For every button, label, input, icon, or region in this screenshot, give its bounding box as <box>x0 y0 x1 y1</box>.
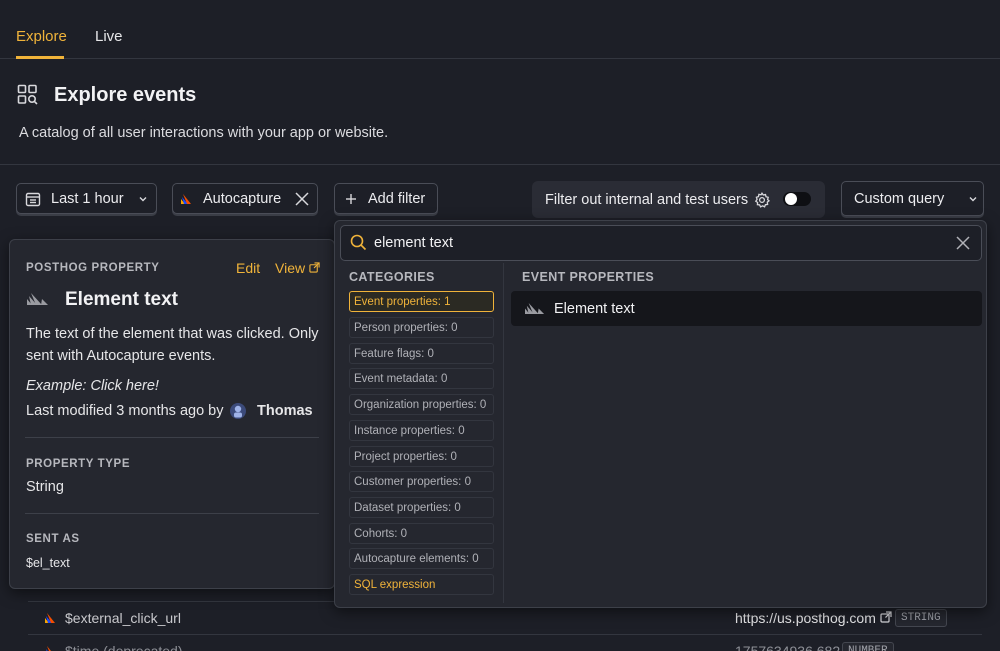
tab-live[interactable]: Live <box>95 28 123 45</box>
active-tab-indicator <box>16 56 64 59</box>
posthog-property-icon <box>27 293 48 305</box>
popover-divider <box>25 437 319 438</box>
date-range-label: Last 1 hour <box>51 190 124 207</box>
type-tag: NUMBER <box>842 642 894 651</box>
table-row-divider <box>28 634 982 635</box>
edit-link[interactable]: Edit <box>236 260 260 276</box>
property-description-line2: sent with Autocapture events. <box>26 348 216 364</box>
internal-users-filter-label: Filter out internal and test users <box>545 191 749 208</box>
popover-divider <box>25 513 319 514</box>
result-item-element-text[interactable]: Element text <box>511 291 982 326</box>
category-autocapture-elements[interactable]: Autocapture elements: 0 <box>349 548 494 569</box>
gear-icon[interactable] <box>754 191 771 208</box>
categories-header: CATEGORIES <box>349 270 435 284</box>
close-icon[interactable] <box>295 191 309 206</box>
event-properties-header: EVENT PROPERTIES <box>522 270 655 284</box>
property-title: Element text <box>65 289 178 310</box>
autocapture-filter-label: Autocapture <box>203 190 282 207</box>
sent-as-value: $el_text <box>26 556 70 570</box>
external-link-icon <box>309 262 320 273</box>
table-row-property-name[interactable]: $external_click_url <box>65 610 181 626</box>
column-divider <box>503 263 504 603</box>
add-filter-label: Add filter <box>368 190 426 207</box>
view-link-label: View <box>275 260 306 276</box>
page-title: Explore events <box>54 84 197 106</box>
type-tag: STRING <box>895 609 947 627</box>
category-feature-flags[interactable]: Feature flags: 0 <box>349 343 494 364</box>
autocapture-filter-chip[interactable]: Autocapture <box>172 183 318 214</box>
category-project-properties[interactable]: Project properties: 0 <box>349 446 494 467</box>
category-sql-expression[interactable]: SQL expression <box>349 574 494 595</box>
modified-by-name[interactable]: Thomas <box>257 400 313 422</box>
last-modified-text: Last modified 3 months ago by <box>26 403 224 419</box>
category-instance-properties[interactable]: Instance properties: 0 <box>349 420 494 441</box>
avatar <box>230 403 246 419</box>
table-row-property-name[interactable]: $time (deprecated) <box>65 643 183 651</box>
page-description: A catalog of all user interactions with … <box>19 125 389 141</box>
chevron-down-icon <box>969 196 977 201</box>
table-row-value[interactable]: 1757634936.682 <box>735 643 840 651</box>
header-divider <box>0 164 1000 165</box>
property-description-line1: The text of the element that was clicked… <box>26 326 319 342</box>
calendar-icon <box>25 192 41 206</box>
category-dataset-properties[interactable]: Dataset properties: 0 <box>349 497 494 518</box>
posthog-property-icon <box>525 303 545 314</box>
category-event-metadata[interactable]: Event metadata: 0 <box>349 368 494 389</box>
category-person-properties[interactable]: Person properties: 0 <box>349 317 494 338</box>
autocapture-icon <box>181 193 191 204</box>
date-range-button[interactable]: Last 1 hour <box>16 183 157 214</box>
external-link-icon <box>880 611 892 623</box>
tab-bar <box>0 0 1000 59</box>
view-link[interactable]: View <box>275 260 320 276</box>
chevron-down-icon <box>139 196 147 201</box>
property-type-label: PROPERTY TYPE <box>26 458 131 470</box>
search-input-value[interactable]: element text <box>374 235 453 251</box>
sent-as-label: SENT AS <box>26 533 80 545</box>
toggle-knob <box>785 193 797 205</box>
category-organization-properties[interactable]: Organization properties: 0 <box>349 394 494 415</box>
table-row-value-text: https://us.posthog.com <box>735 610 876 626</box>
add-filter-button[interactable]: Add filter <box>334 183 438 214</box>
autocapture-icon <box>46 646 51 651</box>
autocapture-icon <box>45 613 55 623</box>
custom-query-label: Custom query <box>854 190 945 207</box>
property-example: Example: Click here! <box>26 378 159 394</box>
internal-users-filter[interactable]: Filter out internal and test users <box>532 181 825 218</box>
explore-icon <box>17 84 38 105</box>
custom-query-button[interactable]: Custom query <box>841 181 984 216</box>
property-section-label: POSTHOG PROPERTY <box>26 262 160 274</box>
tab-explore[interactable]: Explore <box>16 28 67 45</box>
plus-icon <box>346 193 356 204</box>
result-item-label: Element text <box>554 300 635 317</box>
search-icon <box>350 234 367 251</box>
property-type-value: String <box>26 479 64 495</box>
category-event-properties[interactable]: Event properties: 1 <box>349 291 494 312</box>
category-cohorts[interactable]: Cohorts: 0 <box>349 523 494 544</box>
category-customer-properties[interactable]: Customer properties: 0 <box>349 471 494 492</box>
clear-search-icon[interactable] <box>956 236 970 250</box>
table-row-value[interactable]: https://us.posthog.com <box>735 610 892 626</box>
